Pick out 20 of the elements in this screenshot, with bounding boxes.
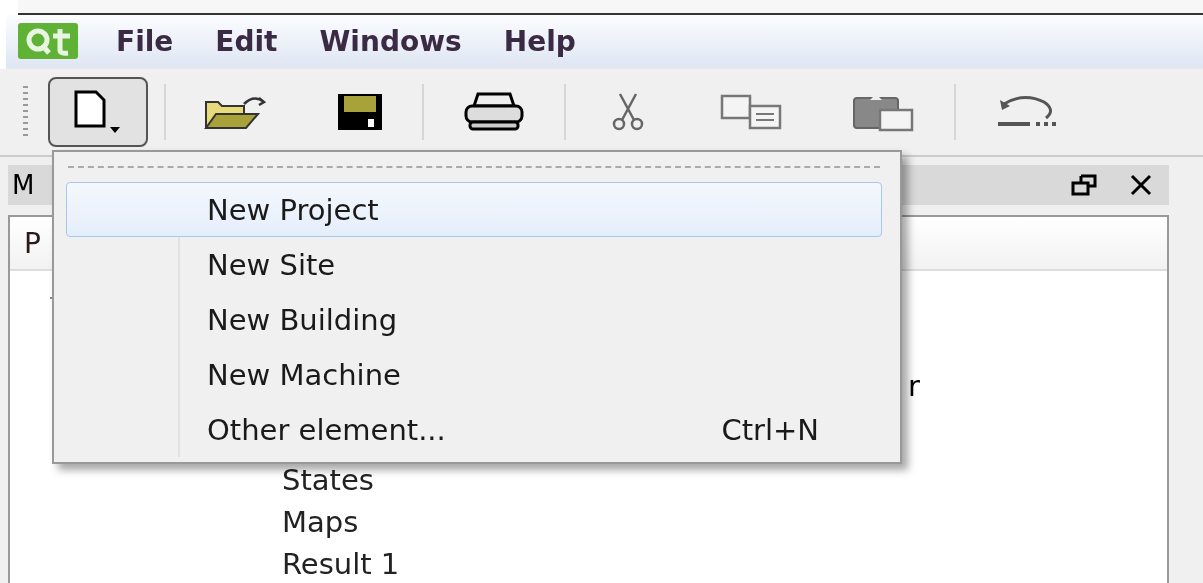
tree-item[interactable]: Result 1 <box>282 543 400 583</box>
menu-item[interactable]: Other element... Ctrl+N <box>66 402 882 457</box>
menu-item[interactable]: New Project <box>66 182 882 237</box>
menu-item[interactable]: Windows <box>311 24 496 58</box>
tree-item: r <box>908 369 920 403</box>
menu-item[interactable]: New Building <box>66 292 882 347</box>
panel-title: M <box>12 170 35 200</box>
logo-icon <box>18 23 78 59</box>
column-header-label: P <box>24 226 41 260</box>
tree-item[interactable]: Maps <box>282 501 359 543</box>
float-icon[interactable] <box>1071 174 1097 196</box>
close-icon[interactable] <box>1129 174 1153 196</box>
menu-item[interactable]: Help <box>495 24 610 58</box>
menu-item[interactable]: New Site <box>66 237 882 292</box>
menu-item[interactable]: New Machine <box>66 347 882 402</box>
menu-item[interactable]: Edit <box>207 24 312 58</box>
new-file-button[interactable] <box>48 77 148 147</box>
menu-item[interactable]: File <box>108 24 208 58</box>
copy-icon <box>720 94 784 130</box>
printer-icon <box>462 92 526 132</box>
